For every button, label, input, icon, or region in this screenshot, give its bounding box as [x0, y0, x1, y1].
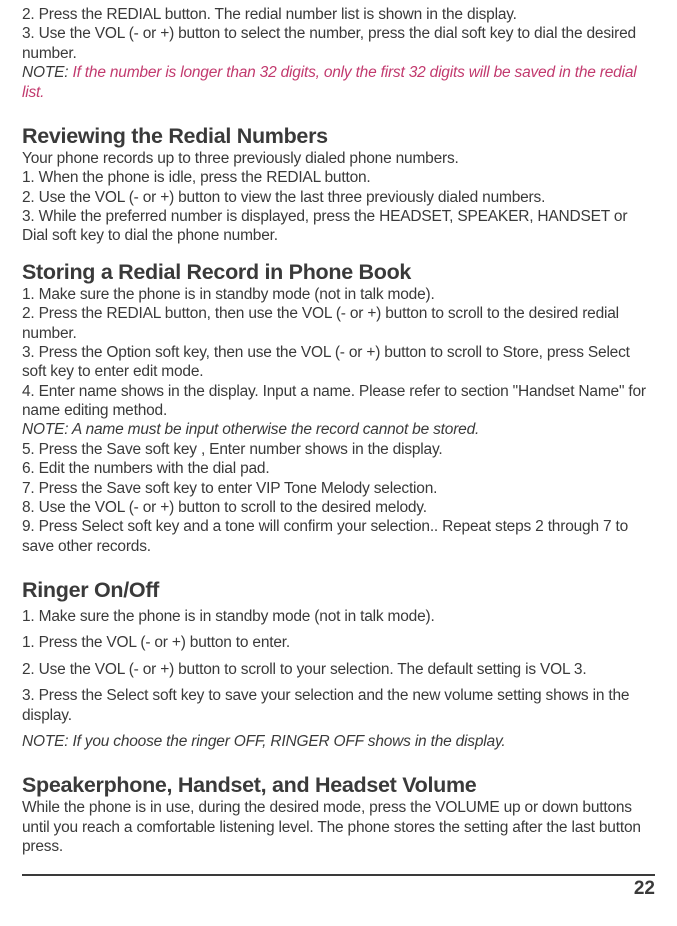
page-footer: 22 — [22, 874, 655, 900]
intro-step-3: 3. Use the VOL (- or +) button to select… — [22, 24, 655, 63]
s1-p3: 2. Use the VOL (- or +) button to view t… — [22, 188, 655, 207]
heading-ringer: Ringer On/Off — [22, 578, 655, 603]
s2-p6: 6. Edit the numbers with the dial pad. — [22, 459, 655, 478]
s3-p2: 1. Press the VOL (- or +) button to ente… — [22, 633, 655, 652]
page-number: 22 — [634, 878, 655, 899]
s2-note: NOTE: A name must be input otherwise the… — [22, 420, 655, 439]
intro-block: 2. Press the REDIAL button. The redial n… — [22, 5, 655, 102]
s3-note: NOTE: If you choose the ringer OFF, RING… — [22, 732, 655, 751]
intro-step-2: 2. Press the REDIAL button. The redial n… — [22, 5, 655, 24]
s2-p8: 8. Use the VOL (- or +) button to scroll… — [22, 498, 655, 517]
note-label: NOTE: — [22, 64, 72, 81]
s2-p7: 7. Press the Save soft key to enter VIP … — [22, 479, 655, 498]
s3-p3: 2. Use the VOL (- or +) button to scroll… — [22, 660, 655, 679]
section-storing-redial: Storing a Redial Record in Phone Book 1.… — [22, 260, 655, 556]
s3-p4: 3. Press the Select soft key to save you… — [22, 686, 655, 725]
s2-p3: 3. Press the Option soft key, then use t… — [22, 343, 655, 382]
s2-p9: 9. Press Select soft key and a tone will… — [22, 517, 655, 556]
section-reviewing-redial: Reviewing the Redial Numbers Your phone … — [22, 124, 655, 246]
section-ringer: Ringer On/Off 1. Make sure the phone is … — [22, 578, 655, 751]
s2-p4: 4. Enter name shows in the display. Inpu… — [22, 382, 655, 421]
s1-p4: 3. While the preferred number is display… — [22, 207, 655, 246]
s3-p1: 1. Make sure the phone is in standby mod… — [22, 607, 655, 626]
s4-p1: While the phone is in use, during the de… — [22, 798, 655, 856]
s2-p2: 2. Press the REDIAL button, then use the… — [22, 304, 655, 343]
heading-volume: Speakerphone, Handset, and Headset Volum… — [22, 773, 655, 798]
note-red-text: If the number is longer than 32 digits, … — [22, 64, 637, 100]
intro-note: NOTE: If the number is longer than 32 di… — [22, 63, 655, 102]
s1-p2: 1. When the phone is idle, press the RED… — [22, 168, 655, 187]
s2-p1: 1. Make sure the phone is in standby mod… — [22, 285, 655, 304]
section-volume: Speakerphone, Handset, and Headset Volum… — [22, 773, 655, 856]
s1-p1: Your phone records up to three previousl… — [22, 149, 655, 168]
heading-storing-redial: Storing a Redial Record in Phone Book — [22, 260, 655, 285]
s2-p5: 5. Press the Save soft key , Enter numbe… — [22, 440, 655, 459]
heading-reviewing-redial: Reviewing the Redial Numbers — [22, 124, 655, 149]
